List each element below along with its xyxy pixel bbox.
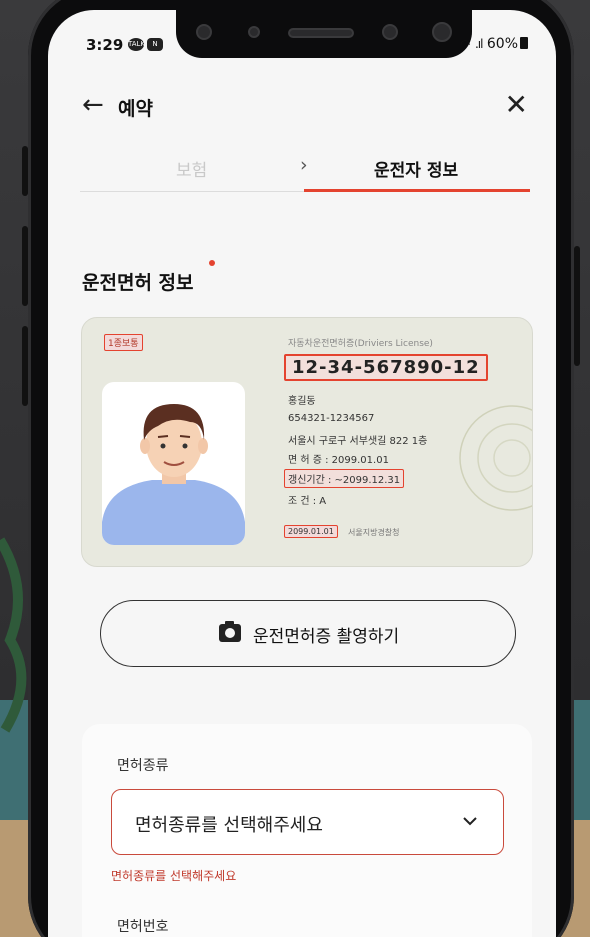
license-heading: 자동차운전면허증(Driviers License)	[288, 339, 433, 349]
battery-icon	[520, 37, 528, 49]
license-agency: 서울지방경찰청	[348, 528, 400, 537]
close-icon[interactable]: ✕	[505, 88, 528, 121]
phone-side-button	[22, 146, 28, 196]
camera-lens-icon	[382, 24, 398, 40]
speaker-grille-icon	[288, 28, 354, 38]
wifi-icon: ◠	[460, 37, 471, 51]
capture-license-label: 운전면허증 촬영하기	[253, 627, 400, 647]
license-issue-date: 2099.01.01	[284, 525, 338, 538]
phone-side-button	[574, 246, 580, 366]
page-title: 예약	[118, 98, 153, 120]
tab-driver-info[interactable]: 운전자 정보	[374, 156, 458, 181]
license-name: 홍길동	[288, 396, 316, 407]
driver-license-watermark	[459, 405, 532, 511]
back-arrow-icon[interactable]: ←	[82, 90, 104, 120]
license-exam-date: 면 허 증 : 2099.01.01	[288, 455, 389, 466]
license-number-label: 면허번호	[117, 919, 169, 935]
license-number: 12-34-567890-12	[284, 354, 488, 381]
battery-percent: 60%	[486, 36, 518, 52]
talk-icon: TALK	[128, 38, 145, 51]
license-type-select[interactable]: 면허종류를 선택해주세요	[111, 789, 504, 855]
section-title: 운전면허 정보	[82, 272, 194, 294]
chevron-right-icon: ›	[300, 154, 308, 176]
license-type-label: 면허종류	[117, 758, 169, 774]
license-address: 서울시 구로구 서부샛길 822 1층	[288, 436, 428, 447]
naver-icon: N	[147, 38, 163, 51]
license-photo	[102, 382, 245, 545]
signal-icon: .ıl	[474, 37, 484, 51]
chevron-down-icon	[463, 817, 477, 826]
capture-license-button[interactable]: 운전면허증 촬영하기	[100, 600, 516, 667]
camera-icon	[219, 621, 241, 642]
sensor-icon	[248, 26, 260, 38]
camera-lens-icon	[196, 24, 212, 40]
license-type-error: 면허종류를 선택해주세요	[111, 869, 237, 883]
phone-side-button	[22, 226, 28, 306]
license-type-badge: 1종보통	[104, 334, 143, 351]
phone-side-button	[22, 326, 28, 406]
license-condition: 조 건 : A	[288, 496, 327, 507]
license-renewal: 갱신기간 : ~2099.12.31	[284, 469, 405, 488]
tab-insurance[interactable]: 보험	[176, 156, 207, 181]
required-indicator	[209, 260, 215, 266]
license-type-placeholder: 면허종류를 선택해주세요	[135, 815, 323, 836]
camera-lens-icon	[432, 22, 452, 42]
status-right: ◠ .ıl 60%	[460, 36, 528, 52]
license-card-sample: 1종보통 자동차운전면허증(Driviers License) 12-34-56…	[81, 317, 533, 567]
phone-notch	[176, 10, 472, 58]
app-screen: 3:29 TALK N ◠ .ıl 60% ← 예약 ✕ 보험 › 운전자 정보…	[48, 10, 556, 937]
active-tab-indicator	[304, 189, 530, 192]
status-time: 3:29	[86, 36, 124, 54]
person-avatar-icon	[102, 404, 245, 545]
license-resident-no: 654321-1234567	[288, 413, 375, 424]
